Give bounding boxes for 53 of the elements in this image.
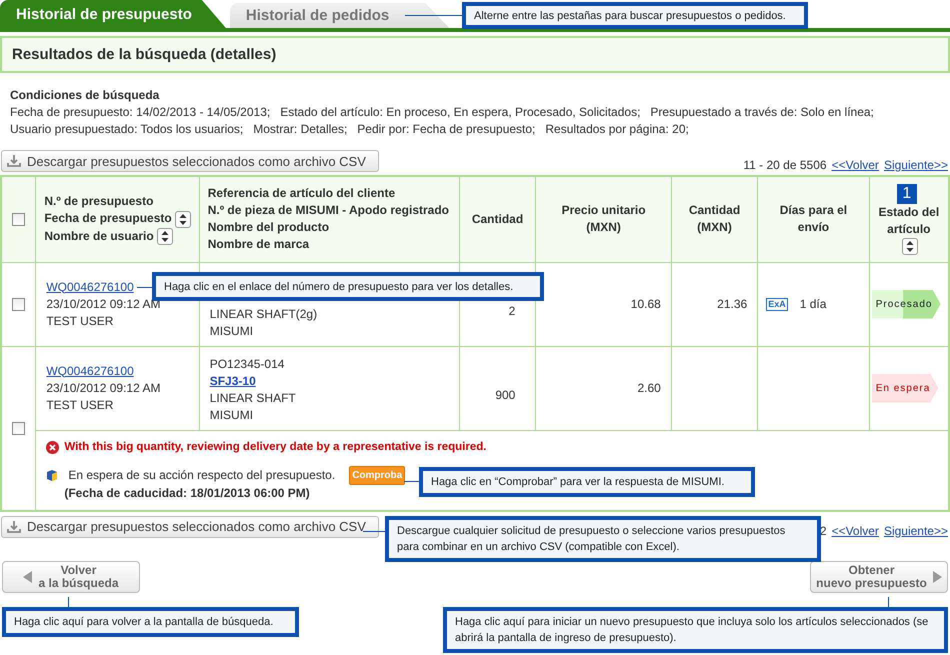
previous-link[interactable]: <<Volver — [832, 524, 879, 538]
user-name: TEST USER — [46, 312, 114, 330]
callout: Haga clic en el enlace del número de presupuesto para ver los detalles. — [152, 272, 544, 301]
quantity: 900 — [495, 388, 516, 402]
conditions-text: Usuario presupuestado: Todos los usuarios; Mostrar: Detalles; Pedir por: Fecha de presupuesto; Resultados por página: 20; — [10, 121, 690, 138]
conditions-title: Condiciones de búsqueda — [10, 87, 160, 104]
tab[interactable]: Historial de pedidos — [230, 3, 450, 28]
delivery-days: 1 día — [800, 296, 826, 312]
column-header: Días para el envío — [758, 176, 870, 262]
new-quote-button[interactable]: Obtener nuevo presupuesto — [810, 560, 948, 592]
conditions-text: Fecha de presupuesto: 14/02/2013 - 14/05/2013; Estado del artículo: En proceso, En espera, Procesado, Solicitados; Presupuestado a través de: Solo en línea; — [10, 104, 875, 121]
column-header: Cantidad — [459, 176, 536, 262]
callout: Descargue cualquier solicitud de presupuesto o seleccione varios presupuestos para combinar en un archivo CSV (compatible con Excel). — [385, 516, 821, 562]
quantity: 2 — [508, 304, 516, 318]
error-message: With this big quantity, reviewing delivery date by a representative is required. — [64, 440, 486, 454]
next-link[interactable]: Siguiente>> — [884, 158, 948, 172]
column-header: Referencia de artículo del cliente N.º de pieza de MISUMI - Apodo registrado Nombre del producto Nombre de marca — [199, 176, 460, 262]
page-range: 11 - 20 de 5506 — [743, 158, 827, 172]
item-text: PO12345-014 — [210, 356, 284, 372]
express-badge: ExA — [766, 298, 788, 310]
expiry-date: (Fecha de caducidad: 18/01/2013 06:00 PM) — [64, 484, 310, 502]
quote-date: 23/10/2012 09:12 AM — [46, 380, 160, 396]
back-button[interactable]: Volver a la búsqueda — [2, 560, 140, 592]
quote-number-link[interactable]: WQ0046276100 — [46, 362, 134, 380]
page-range: 2 — [820, 524, 827, 538]
user-name: TEST USER — [46, 396, 114, 414]
next-link[interactable]: Siguiente>> — [884, 524, 948, 538]
item-text: MISUMI — [210, 406, 254, 424]
callout: Alterne entre las pestañas para buscar presupuestos o pedidos. — [462, 2, 808, 29]
status-badge: Procesado — [872, 290, 940, 318]
previous-link[interactable]: <<Volver — [832, 158, 879, 172]
column-header: Precio unitario (MXN) — [536, 176, 672, 262]
item-text: LINEAR SHAFT — [210, 390, 296, 406]
section-title: Resultados de la búsqueda (detalles) — [0, 36, 950, 73]
csv-download-button[interactable]: Descargar presupuestos seleccionados como archivo CSV — [1, 150, 379, 172]
unit-price: 10.68 — [630, 296, 661, 310]
quote-number-link[interactable]: WQ0046276100 — [46, 278, 134, 296]
item-text: LINEAR SHAFT(2g) — [210, 306, 318, 322]
tab[interactable]: Historial de presupuesto — [0, 0, 226, 28]
status-badge: En espera — [872, 374, 938, 402]
unit-price: 2.60 — [637, 380, 661, 394]
callout: Haga clic aquí para volver a la pantalla de búsqueda. — [2, 607, 299, 637]
step-number: 1 — [896, 184, 917, 204]
callout: Haga clic en “Comprobar” para ver la respuesta de MISUMI. — [419, 467, 755, 497]
column-header: Cantidad (MXN) — [671, 176, 758, 262]
part-number-link[interactable]: SFJ3-10 — [210, 372, 256, 390]
item-text: MISUMI — [210, 322, 254, 340]
callout: Haga clic aquí para iniciar un nuevo presupuesto que incluya solo los artículos seleccionados (se abrirá la pantalla de ingreso de presupuesto). — [443, 607, 948, 653]
total-amount: 21.36 — [717, 296, 748, 310]
column-header: 1 Estado del artículo — [869, 176, 949, 262]
notice-text: En espera de su acción respecto del presupuesto. — [68, 466, 336, 484]
column-header: N.º de presupuesto Fecha de presupuesto Nombre de usuario — [36, 176, 200, 262]
csv-download-button[interactable]: Descargar presupuestos seleccionados como archivo CSV — [1, 516, 379, 538]
